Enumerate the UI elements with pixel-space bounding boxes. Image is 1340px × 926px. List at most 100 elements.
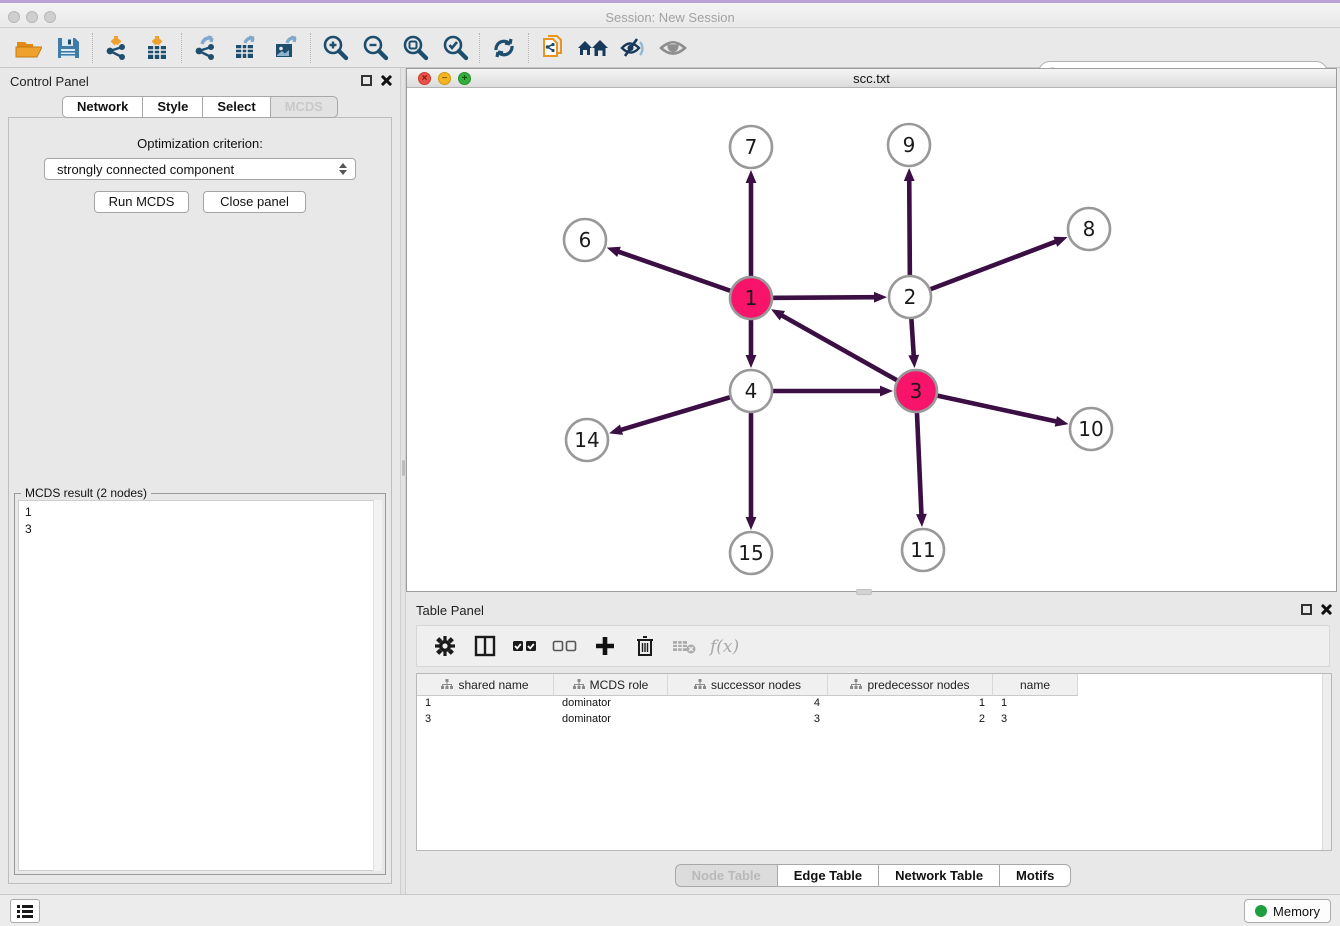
- main-titlebar: Session: New Session: [0, 0, 1340, 28]
- table-cell[interactable]: 3: [417, 712, 554, 728]
- column-header-MCDS-role[interactable]: MCDS role: [554, 674, 668, 696]
- table-settings-icon: [434, 635, 456, 657]
- run-mcds-button[interactable]: Run MCDS: [94, 191, 189, 213]
- graph-edge-2-8[interactable]: [910, 241, 1057, 297]
- tab-motifs[interactable]: Motifs: [999, 864, 1071, 887]
- control-panel-title: Control Panel: [0, 74, 89, 89]
- edge-arrowhead: [607, 247, 621, 257]
- network-graph[interactable]: 7968124314101511: [407, 88, 1336, 591]
- task-history-button[interactable]: [10, 899, 40, 923]
- table-cell[interactable]: 3: [668, 712, 828, 728]
- memory-button[interactable]: Memory: [1244, 899, 1331, 923]
- status-bar: Memory: [0, 894, 1340, 926]
- column-chooser-button[interactable]: [467, 629, 503, 663]
- horizontal-divider-grip[interactable]: [856, 589, 872, 595]
- delete-table-button[interactable]: [667, 629, 703, 663]
- zoom-fit-button[interactable]: [395, 31, 435, 65]
- table-cell[interactable]: dominator: [554, 712, 668, 728]
- table-scrollbar[interactable]: [1322, 674, 1331, 850]
- close-table-panel-icon[interactable]: [1320, 603, 1332, 615]
- float-table-panel-icon[interactable]: [1301, 604, 1312, 615]
- column-header-name[interactable]: name: [993, 674, 1078, 696]
- export-network-button[interactable]: [186, 31, 226, 65]
- export-image-button[interactable]: [266, 31, 306, 65]
- edge-arrowhead: [916, 514, 927, 527]
- add-column-button[interactable]: [587, 629, 623, 663]
- column-label: shared name: [458, 678, 528, 692]
- edge-arrowhead: [609, 425, 623, 435]
- svg-text:f(x): f(x): [708, 637, 739, 657]
- table-panel-title: Table Panel: [406, 603, 484, 618]
- table-panel-titlebar: Table Panel: [406, 597, 1340, 623]
- result-scrollbar[interactable]: [373, 500, 382, 871]
- node-table[interactable]: shared name MCDS role successor nodesprede…: [416, 673, 1332, 851]
- export-table-button[interactable]: [226, 31, 266, 65]
- tab-node-table[interactable]: Node Table: [675, 864, 777, 887]
- function-builder-button[interactable]: f(x): [707, 629, 743, 663]
- tab-mcds[interactable]: MCDS: [270, 96, 338, 118]
- import-network-button[interactable]: [97, 31, 137, 65]
- function-builder-icon: f(x): [708, 633, 742, 659]
- table-cell[interactable]: 1: [993, 696, 1078, 712]
- float-panel-icon[interactable]: [361, 75, 372, 86]
- table-cell[interactable]: 4: [668, 696, 828, 712]
- hide-selected-button[interactable]: [613, 31, 653, 65]
- hide-selected-icon: [618, 34, 648, 62]
- delete-column-button[interactable]: [627, 629, 663, 663]
- save-session-button[interactable]: [48, 31, 88, 65]
- dropdown-spinner-icon: [339, 163, 347, 175]
- divider-grip[interactable]: [402, 460, 405, 476]
- column-chooser-icon: [473, 634, 497, 658]
- node-label-1: 1: [745, 286, 758, 310]
- export-network-icon: [192, 34, 220, 62]
- import-table-icon: [143, 34, 171, 62]
- zoom-selected-icon: [440, 33, 470, 63]
- table-cell[interactable]: 1: [828, 696, 993, 712]
- zoom-out-button[interactable]: [355, 31, 395, 65]
- node-label-11: 11: [910, 538, 935, 562]
- zoom-in-button[interactable]: [315, 31, 355, 65]
- zoom-selected-button[interactable]: [435, 31, 475, 65]
- clone-network-button[interactable]: [533, 31, 573, 65]
- clone-network-icon: [538, 33, 568, 63]
- home-layout-button[interactable]: [573, 31, 613, 65]
- graph-edge-3-1[interactable]: [781, 315, 916, 391]
- table-settings-button[interactable]: [427, 629, 463, 663]
- node-label-6: 6: [579, 228, 592, 252]
- edge-arrowhead: [1055, 416, 1069, 427]
- mcds-result-text[interactable]: 1 3: [18, 500, 382, 871]
- show-all-button[interactable]: [653, 31, 693, 65]
- network-canvas[interactable]: 7968124314101511: [407, 88, 1336, 591]
- close-panel-button[interactable]: Close panel: [203, 191, 306, 213]
- close-panel-icon[interactable]: [380, 74, 392, 86]
- table-cell[interactable]: 3: [993, 712, 1078, 728]
- column-header-successor-nodes[interactable]: successor nodes: [668, 674, 828, 696]
- tab-network[interactable]: Network: [62, 96, 142, 118]
- first-neighbors-button[interactable]: [484, 31, 524, 65]
- tab-edge-table[interactable]: Edge Table: [777, 864, 878, 887]
- column-hierarchy-icon: [850, 679, 862, 690]
- node-label-10: 10: [1078, 417, 1103, 441]
- deselect-all-button[interactable]: [547, 629, 583, 663]
- table-cell[interactable]: dominator: [554, 696, 668, 712]
- import-table-button[interactable]: [137, 31, 177, 65]
- table-cell[interactable]: 1: [417, 696, 554, 712]
- tab-select[interactable]: Select: [202, 96, 269, 118]
- column-header-shared-name[interactable]: shared name: [417, 674, 554, 696]
- optimization-criterion-select[interactable]: strongly connected component: [44, 158, 356, 180]
- table-tabs: Node TableEdge TableNetwork TableMotifs: [406, 864, 1340, 887]
- select-all-button[interactable]: [507, 629, 543, 663]
- delete-column-icon: [634, 634, 656, 658]
- control-panel: Control Panel NetworkStyleSelectMCDS Opt…: [0, 68, 400, 894]
- tab-network-table[interactable]: Network Table: [878, 864, 999, 887]
- column-header-predecessor-nodes[interactable]: predecessor nodes: [828, 674, 993, 696]
- table-row[interactable]: 3dominator323: [417, 712, 1331, 728]
- column-hierarchy-icon: [694, 679, 706, 690]
- tab-style[interactable]: Style: [142, 96, 202, 118]
- table-toolbar: f(x): [416, 625, 1330, 667]
- table-row[interactable]: 1dominator411: [417, 696, 1331, 712]
- column-label: MCDS role: [590, 678, 649, 692]
- toolbar-separator: [92, 33, 93, 63]
- table-cell[interactable]: 2: [828, 712, 993, 728]
- open-file-button[interactable]: [8, 31, 48, 65]
